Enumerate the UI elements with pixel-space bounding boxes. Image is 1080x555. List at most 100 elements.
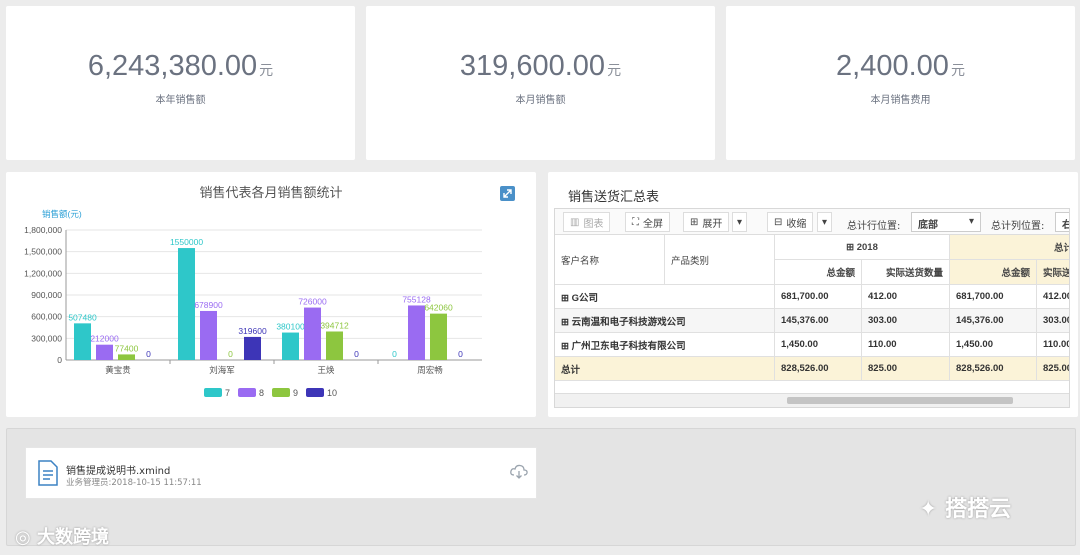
row-total-amount: 681,700.00 [950, 285, 1037, 309]
row-total-qty: 110.00 [1037, 333, 1069, 357]
row-qty: 110.00 [862, 333, 950, 357]
pivot-toolbar: ▥图表 ⛶全屏 ⊞展开 ▾ ⊟收缩 ▾ 总计行位置: 底部▾ 总计列位置: 右 [555, 209, 1069, 235]
total-row-amount: 828,526.00 [775, 357, 862, 381]
data-label: 1550000 [170, 237, 203, 247]
cloud-download-icon[interactable] [510, 464, 528, 480]
y-tick-label: 1,200,000 [24, 268, 62, 278]
data-label: 319600 [238, 326, 267, 336]
expand-dropdown[interactable]: ▾ [732, 212, 748, 232]
kpi-card-monthly-expense: 2,400.00 元 本月销售费用 [726, 6, 1075, 160]
header-qty: 实际送货数量 [862, 260, 950, 285]
row-customer[interactable]: ⊞ 云南温和电子科技游戏公司 [555, 309, 775, 333]
bar-chart: 销售额(元) 1,800,000 1,500,000 1,200,000 900,000… [24, 209, 482, 398]
y-tick-label: 900,000 [31, 290, 62, 300]
expand-button[interactable]: ⊞ 展开 [683, 212, 730, 232]
file-name[interactable]: 销售提成说明书.xmind [66, 462, 170, 477]
legend-swatch-10 [306, 388, 324, 397]
data-label: 507480 [68, 312, 97, 322]
data-label: 394712 [320, 320, 349, 330]
row-total-qty: 303.00 [1037, 309, 1069, 333]
sales-chart-panel: 销售代表各月销售额统计 销售额(元) 1,800,000 1,500,000 1,20… [6, 172, 536, 417]
row-total-amount: 1,450.00 [950, 333, 1037, 357]
col-total-select[interactable]: 右 [1055, 212, 1069, 232]
y-tick-label: 600,000 [31, 312, 62, 322]
legend-label: 9 [293, 388, 298, 398]
row-amount: 145,376.00 [775, 309, 862, 333]
table-title: 销售送货汇总表 [568, 190, 660, 205]
bar-9 [326, 331, 343, 360]
data-label: 212000 [90, 334, 119, 344]
row-qty: 412.00 [862, 285, 950, 309]
bar-8 [96, 344, 113, 360]
document-icon [38, 460, 58, 486]
bar-7 [74, 323, 91, 360]
y-tick-label: 0 [57, 355, 62, 365]
row-total-select[interactable]: 底部 ▾ [911, 212, 981, 232]
kpi-label: 本年销售额 [155, 95, 206, 106]
file-item[interactable]: 销售提成说明书.xmind 业务管理员:2018-10-15 11:57:11 [25, 447, 537, 499]
x-tick-label: 王焕 [317, 365, 335, 376]
row-qty: 303.00 [862, 309, 950, 333]
legend-swatch-9 [272, 388, 290, 397]
data-label: 0 [228, 349, 233, 359]
bar-8 [408, 305, 425, 360]
collapse-dropdown[interactable]: ▾ [817, 212, 833, 232]
chart-button[interactable]: ▥ 图表 [563, 212, 611, 232]
scrollbar-thumb[interactable] [787, 397, 1013, 404]
caret-down-icon: ▾ [968, 216, 974, 227]
data-label: 678900 [194, 300, 223, 310]
x-tick-label: 刘海军 [209, 365, 235, 376]
legend-label: 8 [259, 388, 264, 398]
data-label: 0 [146, 349, 151, 359]
collapse-button[interactable]: ⊟ 收缩 [767, 212, 814, 232]
fullscreen-button[interactable]: ⛶ 全屏 [625, 212, 670, 232]
bar-8 [200, 310, 217, 360]
header-year[interactable]: ⊞ 2018 [775, 235, 950, 260]
fullscreen-icon: ⛶ [632, 216, 639, 228]
caret-down-icon: ▾ [737, 216, 743, 228]
legend-swatch-8 [238, 388, 256, 397]
data-label: 726000 [298, 297, 327, 307]
row-customer[interactable]: ⊞ G公司 [555, 285, 775, 309]
y-tick-label: 1,800,000 [24, 225, 62, 235]
data-label: 77400 [115, 343, 139, 353]
watermark-left: ◎ 大数跨境 [15, 527, 109, 548]
pivot-table: ▥图表 ⛶全屏 ⊞展开 ▾ ⊟收缩 ▾ 总计行位置: 底部▾ 总计列位置: 右 … [554, 208, 1070, 408]
kpi-card-monthly-sales: 319,600.00 元 本月销售额 [366, 6, 715, 160]
row-total-qty: 412.00 [1037, 285, 1069, 309]
plus-box-icon: ⊞ [690, 216, 699, 228]
bar-8 [304, 307, 321, 360]
logo-icon: ◎ [15, 527, 37, 548]
data-label: 0 [458, 349, 463, 359]
file-meta: 业务管理员:2018-10-15 11:57:11 [66, 478, 202, 488]
data-label: 0 [354, 349, 359, 359]
data-label: 0 [392, 349, 397, 359]
header-customer[interactable]: 客户名称 [555, 235, 665, 285]
kpi-value: 6,243,380.00 元 [87, 50, 274, 82]
legend-label: 10 [327, 388, 337, 398]
header-total-qty: 实际送货数量 [1037, 260, 1069, 285]
row-total-amount: 145,376.00 [950, 309, 1037, 333]
total-row-total-amount: 828,526.00 [950, 357, 1037, 381]
header-product[interactable]: 产品类别 [665, 235, 775, 285]
row-customer[interactable]: ⊞ 广州卫东电子科技有限公司 [555, 333, 775, 357]
data-label: 380100 [276, 322, 305, 332]
y-axis-label: 销售额(元) [42, 209, 82, 219]
horizontal-scrollbar[interactable] [555, 393, 1069, 407]
watermark-right: ✦ 搭搭云 [919, 497, 1012, 522]
total-row-qty: 825.00 [862, 357, 950, 381]
bar-9 [118, 354, 135, 360]
bar-7 [178, 248, 195, 360]
y-tick-label: 1,500,000 [24, 247, 62, 257]
wechat-icon: ✦ [919, 497, 946, 522]
minus-box-icon: ⊟ [774, 216, 783, 228]
bar-10 [244, 336, 261, 360]
total-row-label: 总计 [555, 357, 775, 381]
legend-label: 7 [225, 388, 230, 398]
x-tick-label: 周宏畅 [417, 365, 443, 376]
header-total: 总计 [950, 235, 1069, 260]
legend-swatch-7 [204, 388, 222, 397]
kpi-label: 本月销售费用 [870, 95, 931, 106]
header-total-amount: 总金额 [950, 260, 1037, 285]
y-tick-label: 300,000 [31, 333, 62, 343]
